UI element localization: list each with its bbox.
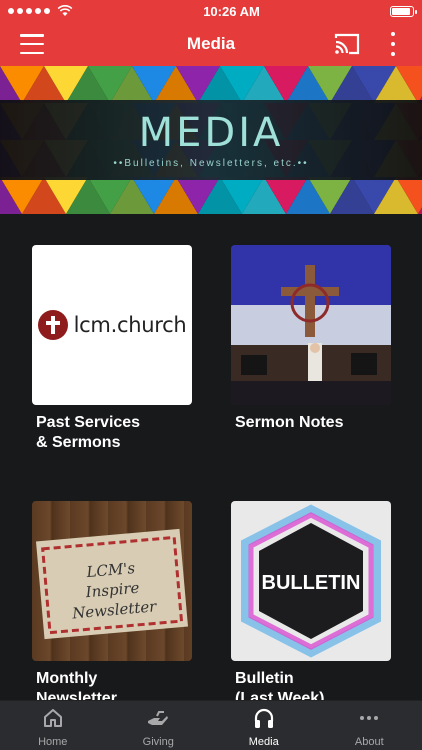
cellular-signal-icon: [8, 5, 73, 17]
page-title: Media: [186, 34, 236, 53]
banner-title: MEDIA: [138, 110, 284, 156]
sermon-stage-illustration: [231, 245, 391, 405]
cast-icon[interactable]: [334, 32, 360, 56]
tab-media[interactable]: Media: [211, 701, 317, 750]
newsletter-envelope-illustration: LCM's Inspire Newsletter: [36, 528, 188, 640]
more-dots-icon: [360, 716, 379, 720]
lcm-church-thumbnail: lcm.church: [32, 245, 192, 405]
bottom-tab-bar: Home Giving Media About: [0, 700, 422, 750]
status-bar: 10:26 AM: [0, 0, 422, 22]
sermon-photo: [231, 245, 391, 405]
media-banner: MEDIA ••Bulletins, Newsletters, etc.••: [0, 66, 422, 214]
tile-bulletin[interactable]: BULLETIN Bulletin (Last Week): [231, 501, 391, 709]
lcm-logo-text: lcm.church: [73, 313, 187, 337]
wifi-icon: [57, 5, 73, 16]
home-icon: [43, 709, 62, 727]
giving-icon: [148, 711, 169, 725]
bulletin-thumbnail-text: BULLETIN: [262, 572, 361, 594]
newsletter-thumbnail: LCM's Inspire Newsletter: [32, 501, 192, 661]
battery-icon: [389, 5, 417, 17]
lcm-cross-logo-icon: [37, 310, 68, 340]
bulletin-hexagon-illustration: BULLETIN: [241, 504, 381, 658]
tab-label: Media: [248, 736, 279, 748]
bulletin-thumbnail: BULLETIN: [231, 501, 391, 661]
app-bar: Media: [0, 22, 422, 66]
overflow-menu-icon[interactable]: [388, 32, 398, 56]
tab-home[interactable]: Home: [0, 701, 106, 750]
tab-about[interactable]: About: [317, 701, 422, 750]
hamburger-menu-icon[interactable]: [20, 34, 44, 54]
banner-subtitle: ••Bulletins, Newsletters, etc.••: [113, 158, 309, 169]
tab-label: Giving: [142, 736, 174, 748]
tile-monthly-newsletter[interactable]: LCM's Inspire Newsletter Monthly Newslet…: [32, 501, 192, 709]
tab-label: Home: [38, 736, 68, 748]
tab-giving[interactable]: Giving: [106, 701, 212, 750]
status-time: 10:26 AM: [203, 3, 260, 19]
headphones-icon: [254, 708, 273, 728]
tile-past-services[interactable]: lcm.church Past Services & Sermons: [32, 245, 192, 453]
tile-label: Sermon Notes: [235, 414, 344, 431]
tile-label: Past Services & Sermons: [36, 414, 141, 451]
tile-sermon-notes[interactable]: Sermon Notes: [231, 245, 391, 433]
tab-label: About: [354, 736, 384, 748]
